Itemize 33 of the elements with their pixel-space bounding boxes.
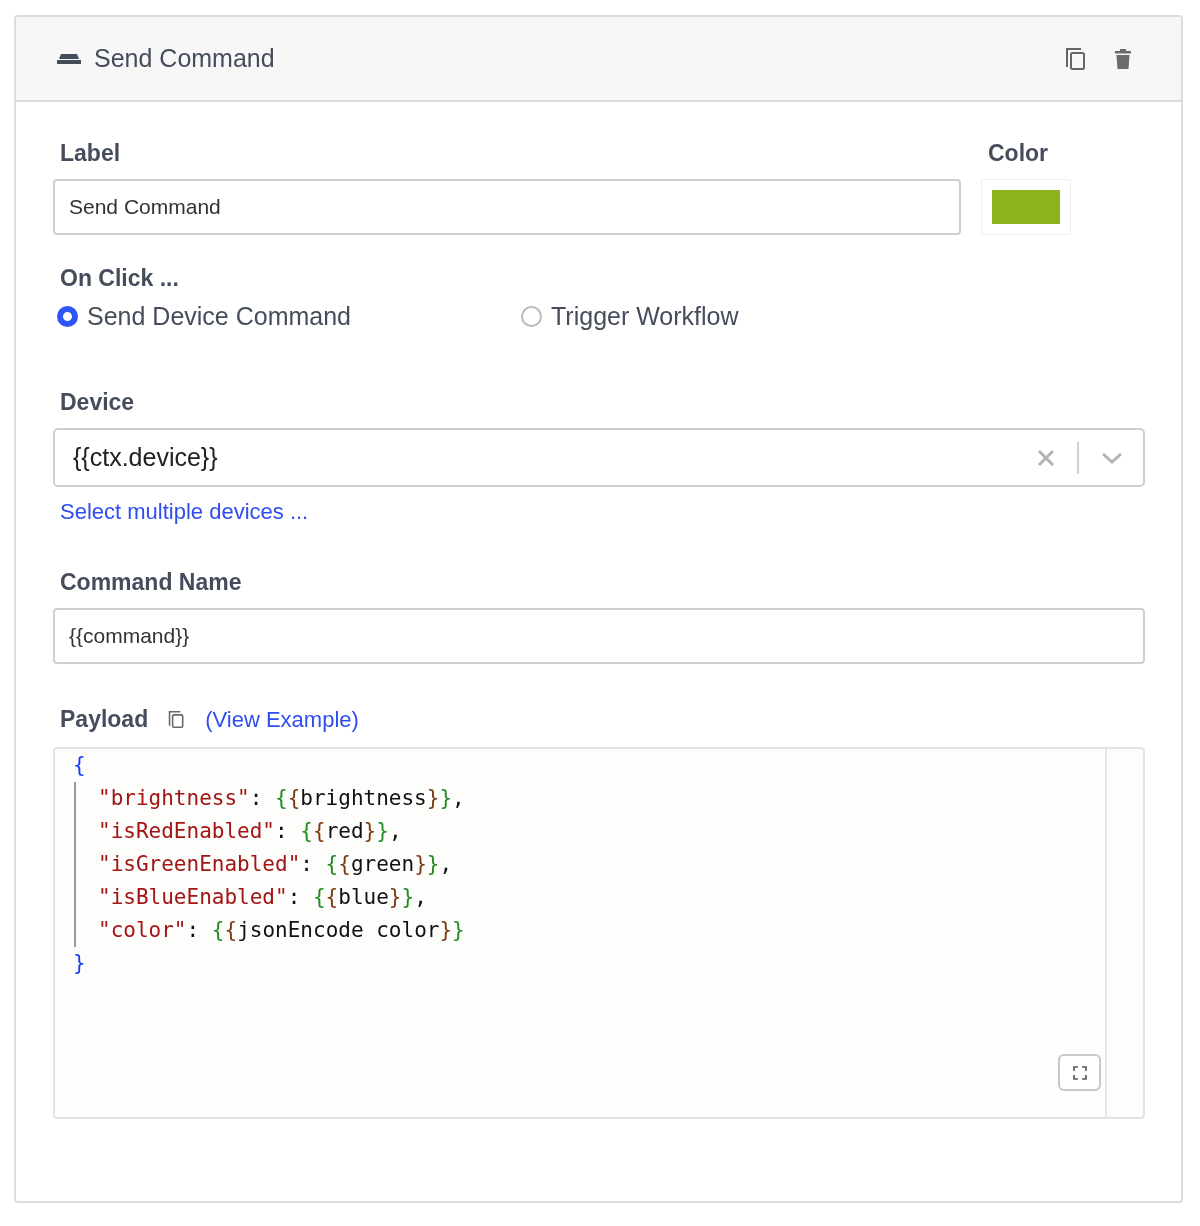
code-line: "isGreenEnabled": {{green}}, (74, 848, 453, 881)
field-label: Command Name (60, 569, 243, 596)
code-line: "isBlueEnabled": {{blue}}, (74, 881, 427, 914)
radio-button[interactable] (521, 306, 542, 327)
code-line: } (73, 950, 86, 977)
expand-icon (1072, 1065, 1087, 1080)
radio-label[interactable]: Send Device Command (87, 302, 351, 331)
copy-icon[interactable] (168, 710, 186, 729)
select-multiple-link[interactable]: Select multiple devices ... (60, 499, 309, 525)
panel-title: Send Command (94, 44, 275, 73)
field-label: Payload (60, 706, 149, 733)
fullscreen-button[interactable] (1058, 1054, 1101, 1091)
code-line: "brightness": {{brightness}}, (74, 782, 465, 815)
view-example-link[interactable]: (View Example) (205, 706, 359, 733)
button-icon (56, 52, 82, 65)
radio-label[interactable]: Trigger Workflow (551, 302, 739, 331)
radio-button[interactable] (57, 306, 78, 327)
field-label: Device (60, 389, 136, 416)
color-picker[interactable] (981, 179, 1071, 235)
label-input[interactable]: Send Command (53, 179, 961, 235)
field-label: Label (60, 140, 122, 167)
field-label: Color (988, 140, 1050, 167)
select-value: {{ctx.device}} (73, 443, 218, 472)
delete-button[interactable] (1113, 46, 1133, 71)
code-line: { (73, 752, 86, 779)
chevron-down-icon[interactable] (1101, 451, 1123, 464)
device-select[interactable]: {{ctx.device}} (53, 428, 1145, 487)
code-editor[interactable]: { "brightness": {{brightness}}, "isRedEnabled": {{red}}, "isGreenEnabled": {{green}}, "isBlueEnabled": {{blue}}, "color": {{jsonEncode color}} } (53, 747, 1145, 1119)
field-label: On Click ... (60, 265, 180, 292)
code-line: "color": {{jsonEncode color}} (74, 914, 465, 947)
clear-icon[interactable] (1037, 448, 1055, 467)
code-line: "isRedEnabled": {{red}}, (74, 815, 402, 848)
command-name-input[interactable]: {{command}} (53, 608, 1145, 664)
